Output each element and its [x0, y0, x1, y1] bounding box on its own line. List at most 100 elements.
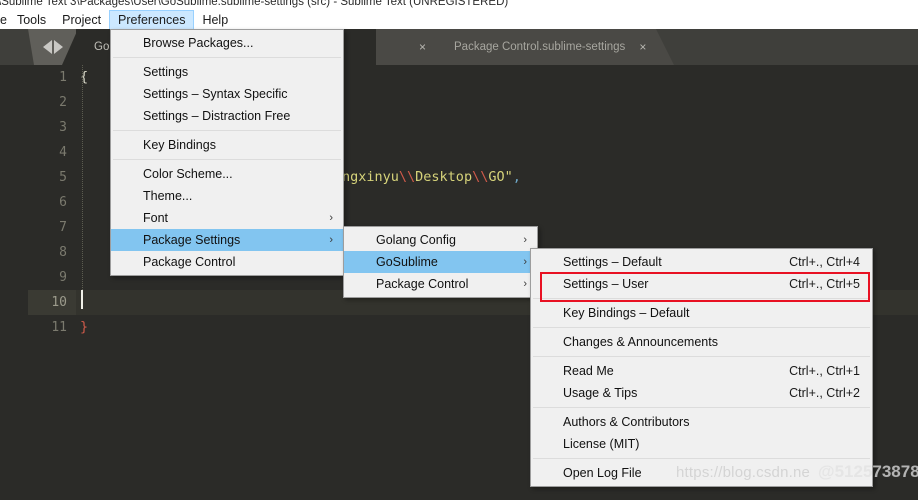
menu-item-label: Key Bindings – Default: [563, 306, 690, 320]
menu-item-label: Settings – Syntax Specific: [143, 87, 288, 101]
menu-item-label: Theme...: [143, 189, 193, 203]
menu-item-label: Font: [143, 211, 169, 225]
indent-guide: [82, 65, 83, 290]
tab-slant-left-icon: [62, 29, 78, 65]
menu-item-license-mit[interactable]: License (MIT): [531, 433, 872, 455]
menu-package-settings[interactable]: Golang Config › GoSublime › Package Control ›: [343, 226, 538, 298]
text-cursor: [81, 290, 83, 309]
menu-separator: [533, 458, 870, 459]
line-number: 7: [59, 220, 67, 235]
menu-item-browse-packages[interactable]: Browse Packages...: [111, 32, 343, 54]
menu-item-label: GoSublime: [376, 255, 438, 269]
line-number: 6: [59, 195, 67, 210]
menu-separator: [113, 57, 341, 58]
code-token: }: [80, 319, 89, 335]
menu-item-label: Open Log File: [563, 466, 642, 480]
menu-item-key-bindings[interactable]: Key Bindings: [111, 134, 343, 156]
chevron-right-icon: ›: [329, 212, 333, 224]
menu-item-theme[interactable]: Theme...: [111, 185, 343, 207]
menu-item-golang-config[interactable]: Golang Config ›: [344, 229, 537, 251]
line-number: 3: [59, 120, 67, 135]
sublime-text-window: \Sublime Text 3\Packages\User\GoSublime.…: [0, 0, 918, 500]
tab-close-icon[interactable]: ×: [625, 29, 656, 65]
line-number: 11: [51, 320, 67, 335]
menu-item-settings-syntax-specific[interactable]: Settings – Syntax Specific: [111, 83, 343, 105]
menubar-item-help[interactable]: Help: [194, 11, 236, 30]
menu-item-package-control[interactable]: Package Control ›: [344, 273, 537, 295]
line-number: 10: [28, 290, 76, 315]
menu-separator: [113, 130, 341, 131]
menu-item-label: Key Bindings: [143, 138, 216, 152]
menu-separator: [113, 159, 341, 160]
menu-item-usage-tips[interactable]: Usage & Tips Ctrl+., Ctrl+2: [531, 382, 872, 404]
menu-separator: [533, 327, 870, 328]
menu-item-shortcut: Ctrl+., Ctrl+5: [789, 277, 860, 291]
menu-item-label: Color Scheme...: [143, 167, 233, 181]
line-number: 9: [59, 270, 67, 285]
menu-item-settings-distraction-free[interactable]: Settings – Distraction Free: [111, 105, 343, 127]
menu-item-label: Package Control: [143, 255, 236, 269]
menu-bar: e Tools Project Preferences Help: [0, 10, 918, 30]
menu-separator: [533, 356, 870, 357]
menu-item-label: Read Me: [563, 364, 614, 378]
menu-item-color-scheme[interactable]: Color Scheme...: [111, 163, 343, 185]
menu-item-shortcut: Ctrl+., Ctrl+1: [789, 364, 860, 378]
chevron-right-icon: ›: [523, 278, 527, 290]
menu-item-label: Settings: [143, 65, 189, 79]
menubar-item-project[interactable]: Project: [54, 11, 109, 30]
menu-item-shortcut: Ctrl+., Ctrl+4: [789, 255, 860, 269]
menubar-item-tools[interactable]: Tools: [9, 11, 54, 30]
menu-item-settings-default[interactable]: Settings – Default Ctrl+., Ctrl+4: [531, 251, 872, 273]
watermark-id: @512573878: [818, 462, 918, 481]
line-number: 2: [59, 95, 67, 110]
menu-item-label: Golang Config: [376, 233, 456, 247]
menubar-item-preferences[interactable]: Preferences: [109, 10, 195, 30]
menu-item-key-bindings-default[interactable]: Key Bindings – Default: [531, 302, 872, 324]
arrow-left-icon[interactable]: [43, 40, 52, 54]
line-number: 8: [59, 245, 67, 260]
line-number: 1: [59, 70, 67, 85]
chevron-right-icon: ›: [329, 234, 333, 246]
menu-separator: [533, 407, 870, 408]
menu-item-shortcut: Ctrl+., Ctrl+2: [789, 386, 860, 400]
menubar-item-e[interactable]: e: [0, 11, 9, 30]
menu-item-label: Settings – Default: [563, 255, 662, 269]
menu-item-label: Authors & Contributors: [563, 415, 690, 429]
menu-item-read-me[interactable]: Read Me Ctrl+., Ctrl+1: [531, 360, 872, 382]
code-token: \\: [472, 169, 489, 185]
code-token: ,: [512, 169, 521, 185]
menu-item-label: Package Settings: [143, 233, 241, 247]
menu-item-label: Browse Packages...: [143, 36, 254, 50]
window-title: \Sublime Text 3\Packages\User\GoSublime.…: [0, 0, 509, 8]
menu-item-label: Settings – Distraction Free: [143, 109, 291, 123]
menu-item-label: Usage & Tips: [563, 386, 638, 400]
menu-item-authors-contributors[interactable]: Authors & Contributors: [531, 411, 872, 433]
tab-label: Package Control.sublime-settings: [454, 41, 626, 53]
code-token: \\: [398, 169, 416, 185]
tab-package-control-settings[interactable]: Package Control.sublime-settings ×: [422, 29, 656, 65]
code-token: GO": [488, 169, 513, 185]
menu-item-gosublime[interactable]: GoSublime ›: [344, 251, 537, 273]
chevron-right-icon: ›: [523, 256, 527, 268]
menu-item-package-control[interactable]: Package Control: [111, 251, 343, 273]
tab-slant-left-icon: [422, 29, 438, 65]
menu-item-label: Package Control: [376, 277, 469, 291]
tab-slant-right-icon: [656, 29, 674, 65]
line-number: 5: [59, 170, 67, 185]
menu-item-label: Settings – User: [563, 277, 649, 291]
watermark-url: https://blog.csdn.ne: [676, 464, 811, 481]
code-token: Desktop: [415, 169, 473, 185]
menu-preferences[interactable]: Browse Packages... Settings Settings – Syn…: [110, 29, 344, 276]
menu-item-settings-user[interactable]: Settings – User Ctrl+., Ctrl+5: [531, 273, 872, 295]
menu-item-settings[interactable]: Settings: [111, 61, 343, 83]
chevron-right-icon: ›: [523, 234, 527, 246]
code-token: ngxinyu: [342, 169, 399, 185]
menu-item-package-settings[interactable]: Package Settings ›: [111, 229, 343, 251]
menu-gosublime[interactable]: Settings – Default Ctrl+., Ctrl+4 Settings…: [530, 248, 873, 487]
menu-item-label: License (MIT): [563, 437, 640, 451]
menu-item-changes-announcements[interactable]: Changes & Announcements: [531, 331, 872, 353]
menu-separator: [533, 298, 870, 299]
menu-item-font[interactable]: Font ›: [111, 207, 343, 229]
line-number-gutter: 1 2 3 4 5 6 7 8 9 10 11: [28, 65, 76, 500]
line-number: 4: [59, 145, 67, 160]
